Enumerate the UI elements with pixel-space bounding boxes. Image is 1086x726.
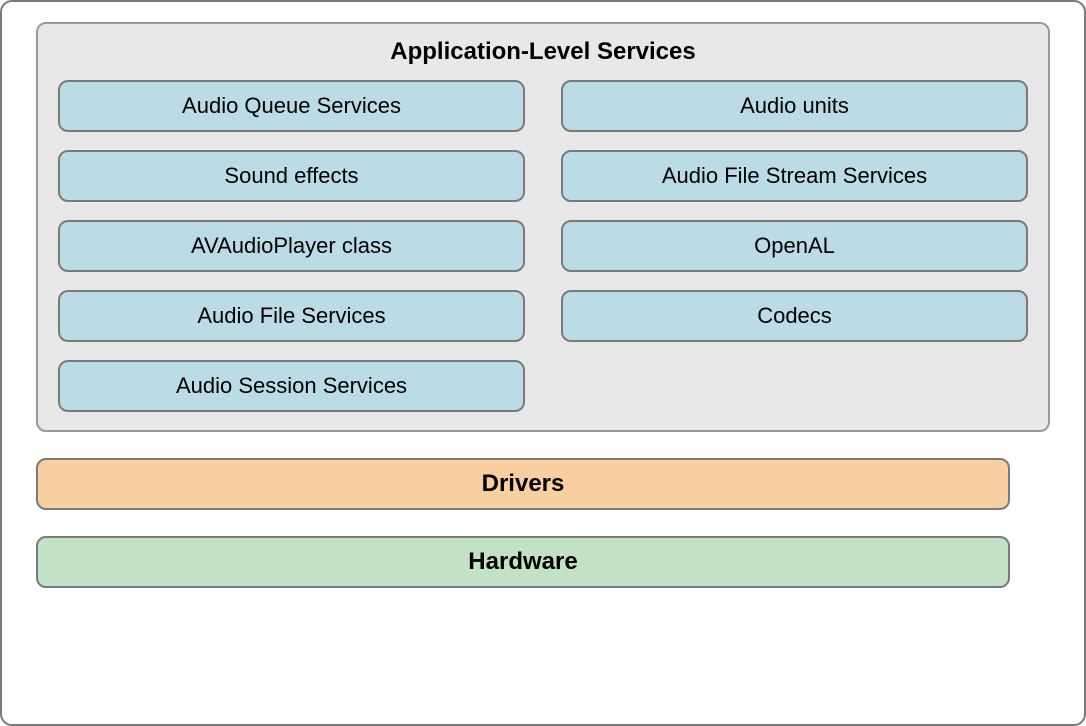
application-level-services-panel: Application-Level Services Audio Queue S… — [36, 22, 1050, 432]
service-audio-file: Audio File Services — [58, 290, 525, 342]
service-openal: OpenAL — [561, 220, 1028, 272]
service-sound-effects: Sound effects — [58, 150, 525, 202]
service-audio-units: Audio units — [561, 80, 1028, 132]
application-level-title: Application-Level Services — [58, 38, 1028, 66]
drivers-layer: Drivers — [36, 458, 1010, 510]
service-avaudioplayer: AVAudioPlayer class — [58, 220, 525, 272]
service-audio-session: Audio Session Services — [58, 360, 525, 412]
service-audio-file-stream: Audio File Stream Services — [561, 150, 1028, 202]
hardware-layer: Hardware — [36, 536, 1010, 588]
architecture-diagram: Application-Level Services Audio Queue S… — [0, 0, 1086, 726]
service-audio-queue: Audio Queue Services — [58, 80, 525, 132]
service-codecs: Codecs — [561, 290, 1028, 342]
services-grid: Audio Queue Services Audio units Sound e… — [58, 80, 1028, 412]
